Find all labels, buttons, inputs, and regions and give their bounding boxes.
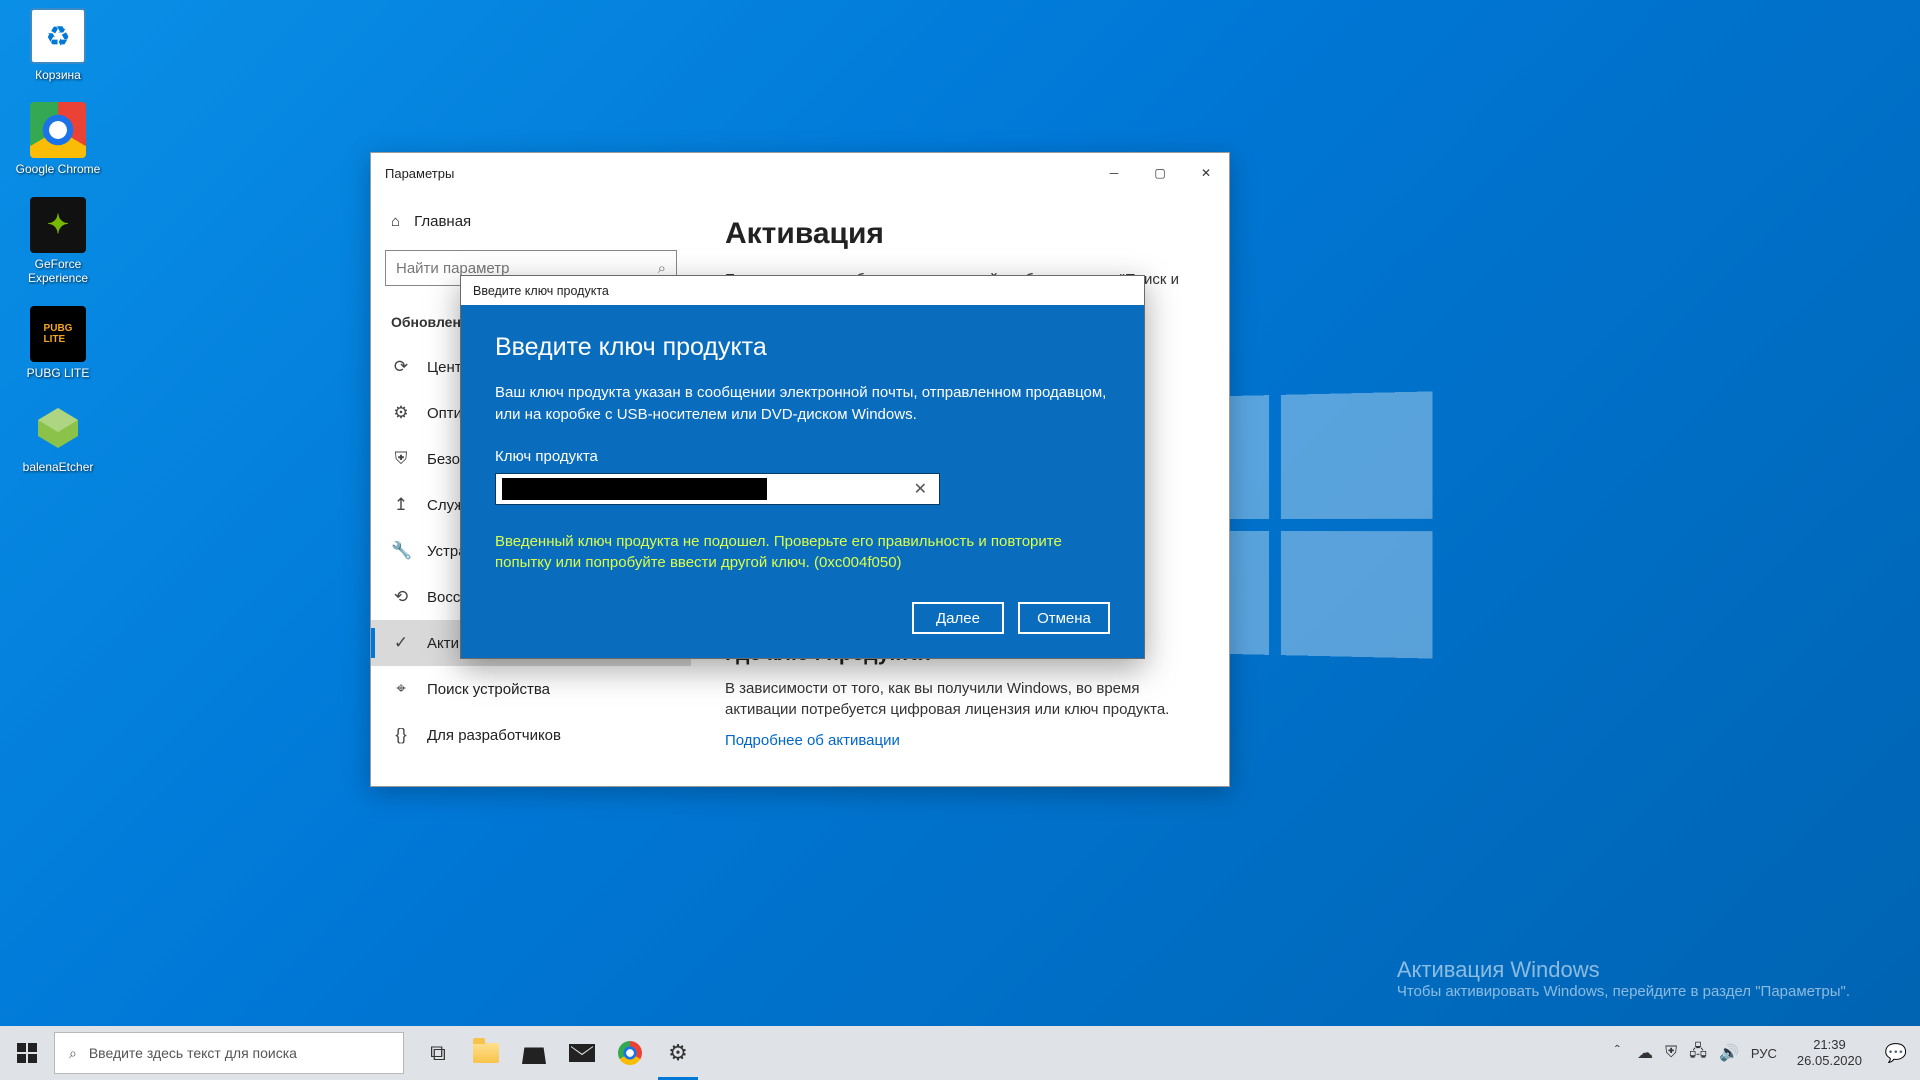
product-key-input[interactable]: ✕ [495,473,940,505]
clock[interactable]: 21:39 26.05.2020 [1789,1037,1870,1068]
geforce-experience-icon[interactable]: GeForce Experience [8,197,108,286]
backup-icon: ↥ [391,495,411,515]
sidebar-item-find-device[interactable]: ⌖Поиск устройства [371,666,691,712]
home-icon: ⌂ [391,213,400,230]
start-button[interactable] [0,1026,54,1080]
taskbar: ⌕ Введите здесь текст для поиска ⧉ ⚙ ＾ ☁… [0,1026,1920,1080]
chrome-taskbar-button[interactable] [606,1026,654,1080]
security-tray-icon[interactable]: ⛨ [1665,1044,1677,1062]
settings-taskbar-button[interactable]: ⚙ [654,1026,702,1080]
search-icon: ⌕ [658,260,666,277]
volume-icon[interactable]: 🔊 [1719,1043,1739,1063]
sidebar-home[interactable]: ⌂Главная [371,203,691,240]
dialog-description: Ваш ключ продукта указан в сообщении эле… [495,382,1110,426]
gear-icon: ⚙ [668,1040,688,1066]
network-icon[interactable]: 🖧 [1689,1040,1707,1067]
redacted-key [502,478,767,500]
search-icon: ⌕ [69,1045,77,1062]
maximize-button[interactable]: ▢ [1137,153,1183,193]
windows-icon [17,1043,37,1063]
system-tray: ＾ ☁ ⛨ 🖧 🔊 РУС 21:39 26.05.2020 💬 [1609,1026,1920,1080]
language-indicator[interactable]: РУС [1751,1046,1777,1061]
shield-icon: ⛨ [391,449,411,469]
dialog-titlebar[interactable]: Введите ключ продукта [460,275,1145,305]
taskbar-search[interactable]: ⌕ Введите здесь текст для поиска [54,1032,404,1074]
restore-icon: ⟲ [391,587,411,607]
sync-icon: ⟳ [391,357,411,377]
mail-button[interactable] [558,1026,606,1080]
product-key-dialog: Введите ключ продукта Введите ключ проду… [460,275,1145,659]
check-icon: ✓ [391,633,411,653]
sidebar-item-developers[interactable]: {}Для разработчиков [371,712,691,758]
microsoft-store-button[interactable] [510,1026,558,1080]
file-explorer-button[interactable] [462,1026,510,1080]
balena-etcher-icon[interactable]: balenaEtcher [8,400,108,474]
learn-more-link[interactable]: Подробнее об активации [725,732,1195,749]
content-heading: Активация [725,217,1195,251]
watermark-title: Активация Windows [1397,957,1850,983]
wrench-icon: 🔧 [391,541,411,561]
onedrive-icon[interactable]: ☁ [1637,1043,1653,1063]
action-center-icon[interactable]: 💬 [1882,1026,1910,1080]
next-button[interactable]: Далее [912,602,1004,634]
watermark-subtitle: Чтобы активировать Windows, перейдите в … [1397,983,1850,1000]
recycle-bin-icon[interactable]: Корзина [8,8,108,82]
chrome-shortcut-icon[interactable]: Google Chrome [8,102,108,176]
error-message: Введенный ключ продукта не подошел. Пров… [495,531,1110,575]
store-icon [522,1042,546,1064]
field-label: Ключ продукта [495,448,1110,465]
cancel-button[interactable]: Отмена [1018,602,1110,634]
minimize-button[interactable]: ─ [1091,153,1137,193]
settings-titlebar[interactable]: Параметры ─ ▢ ✕ [371,153,1229,193]
desktop-icons: Корзина Google Chrome GeForce Experience… [8,8,108,474]
gear-icon: ⚙ [391,403,411,423]
dialog-heading: Введите ключ продукта [495,333,1110,362]
settings-title: Параметры [371,166,1091,181]
pubg-lite-icon[interactable]: PUBGLITEPUBG LITE [8,306,108,380]
content-paragraph-2: В зависимости от того, как вы получили W… [725,678,1195,720]
desktop: Корзина Google Chrome GeForce Experience… [0,0,1920,1080]
code-icon: {} [391,725,411,745]
clear-input-icon[interactable]: ✕ [908,479,933,499]
tray-expand-icon[interactable]: ＾ [1609,1041,1625,1065]
mail-icon [569,1044,595,1062]
close-button[interactable]: ✕ [1183,153,1229,193]
activation-watermark: Активация Windows Чтобы активировать Win… [1397,957,1850,1000]
task-view-button[interactable]: ⧉ [414,1026,462,1080]
locate-icon: ⌖ [391,679,411,699]
chrome-icon [618,1041,642,1065]
folder-icon [473,1043,499,1063]
